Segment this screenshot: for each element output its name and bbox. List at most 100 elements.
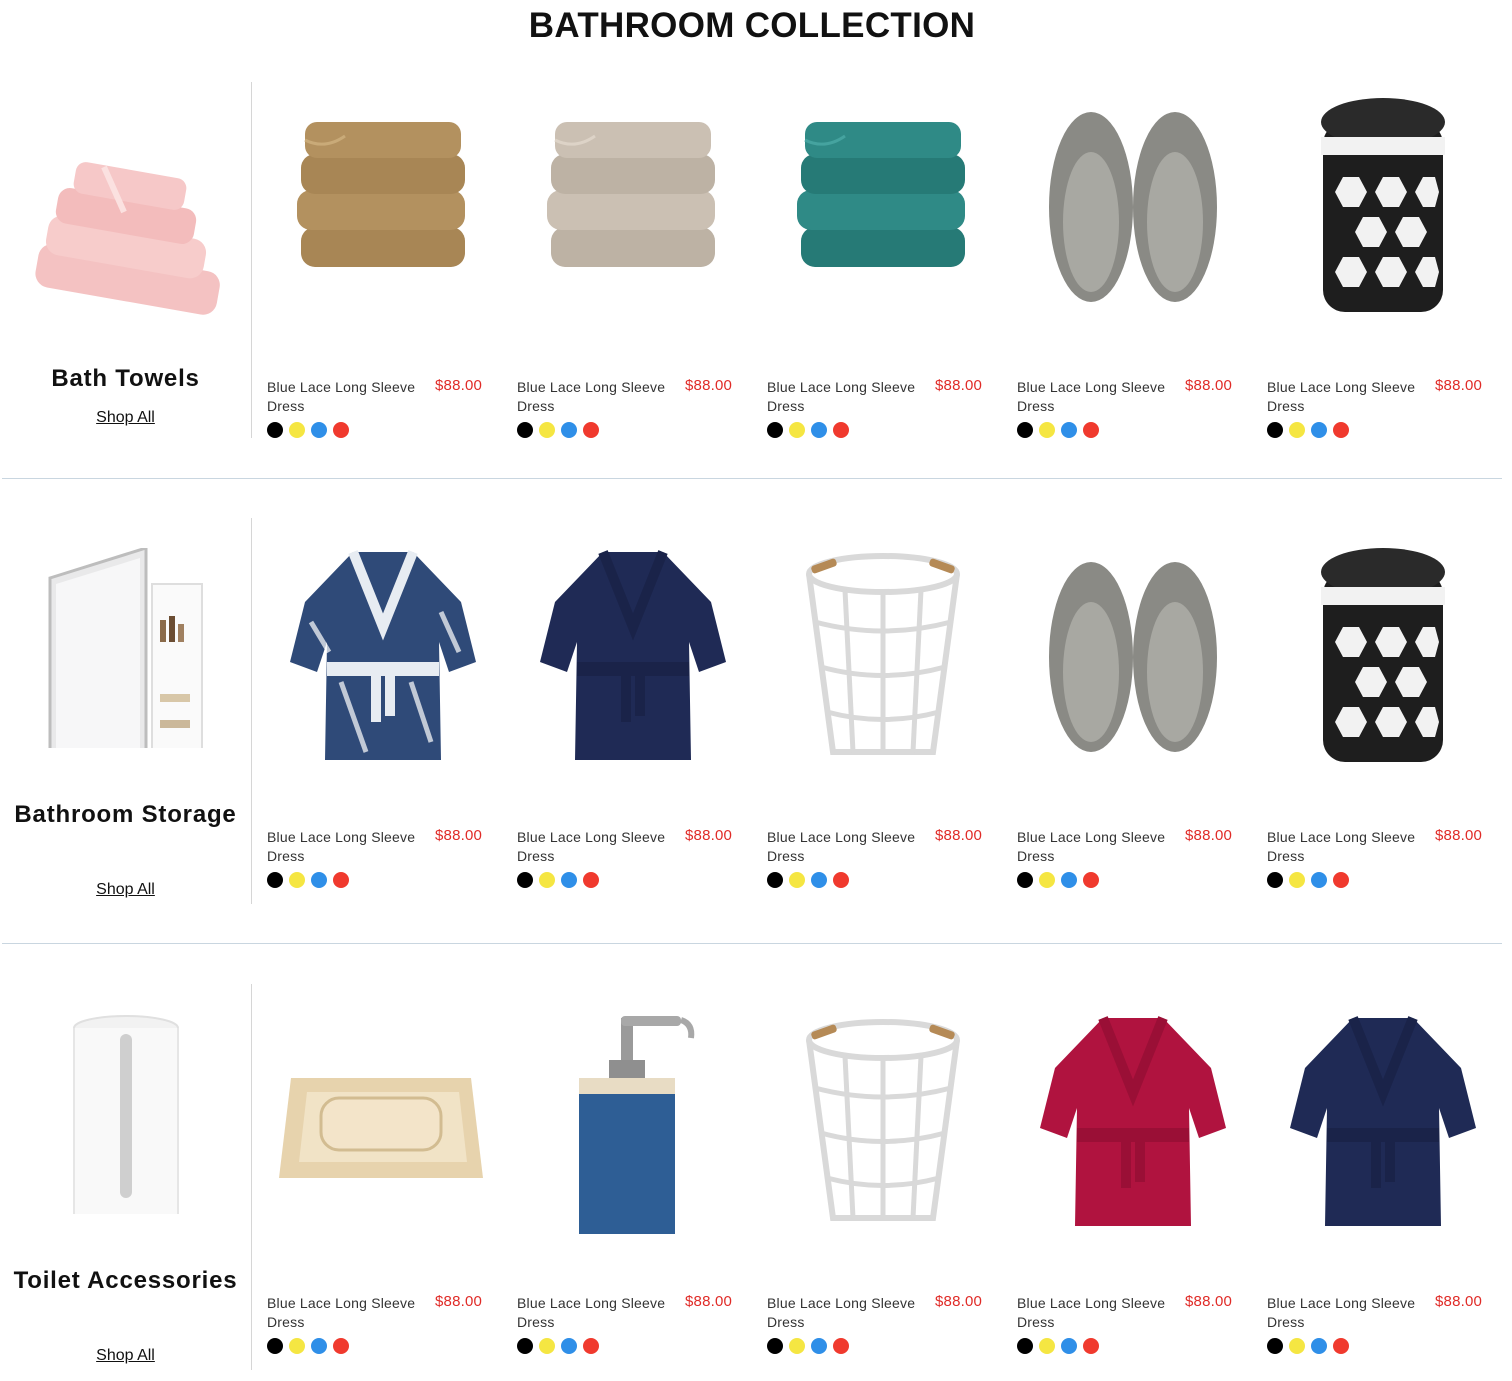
product-card[interactable]: Blue Lace Long Sleeve Dress $88.00 bbox=[767, 82, 1003, 438]
swatch-red[interactable] bbox=[833, 1338, 849, 1354]
swatch-yellow[interactable] bbox=[789, 872, 805, 888]
product-card[interactable]: Blue Lace Long Sleeve Dress $88.00 bbox=[267, 998, 503, 1354]
product-card[interactable]: Blue Lace Long Sleeve Dress $88.00 bbox=[267, 532, 503, 888]
swatch-black[interactable] bbox=[767, 422, 783, 438]
swatch-yellow[interactable] bbox=[289, 872, 305, 888]
swatch-yellow[interactable] bbox=[1039, 422, 1055, 438]
swatch-blue[interactable] bbox=[1061, 872, 1077, 888]
product-image-soap-dish[interactable] bbox=[271, 998, 495, 1238]
swatch-yellow[interactable] bbox=[789, 1338, 805, 1354]
product-name[interactable]: Blue Lace Long Sleeve Dress bbox=[1267, 378, 1432, 416]
product-card[interactable]: Blue Lace Long Sleeve Dress $88.00 bbox=[1267, 998, 1503, 1354]
swatch-yellow[interactable] bbox=[1289, 872, 1305, 888]
swatch-red[interactable] bbox=[1083, 1338, 1099, 1354]
swatch-black[interactable] bbox=[517, 872, 533, 888]
swatch-black[interactable] bbox=[1017, 1338, 1033, 1354]
swatch-blue[interactable] bbox=[1061, 1338, 1077, 1354]
swatch-red[interactable] bbox=[1333, 872, 1349, 888]
swatch-yellow[interactable] bbox=[789, 422, 805, 438]
swatch-red[interactable] bbox=[333, 1338, 349, 1354]
swatch-yellow[interactable] bbox=[539, 422, 555, 438]
swatch-red[interactable] bbox=[1083, 422, 1099, 438]
swatch-black[interactable] bbox=[767, 872, 783, 888]
category-image-toilet-tissue-holder[interactable] bbox=[26, 1014, 226, 1214]
product-image-tan-towels[interactable] bbox=[271, 82, 495, 322]
product-name[interactable]: Blue Lace Long Sleeve Dress bbox=[267, 1294, 432, 1332]
swatch-blue[interactable] bbox=[561, 1338, 577, 1354]
swatch-yellow[interactable] bbox=[1289, 1338, 1305, 1354]
swatch-red[interactable] bbox=[583, 422, 599, 438]
product-image-soap-dispenser[interactable] bbox=[521, 998, 745, 1238]
swatch-black[interactable] bbox=[1017, 422, 1033, 438]
swatch-red[interactable] bbox=[1333, 1338, 1349, 1354]
swatch-black[interactable] bbox=[1017, 872, 1033, 888]
product-image-black-lattice-bin[interactable] bbox=[1271, 82, 1495, 322]
product-image-navy-bathrobe[interactable] bbox=[521, 532, 745, 772]
category-image-mirror-cabinet[interactable] bbox=[26, 548, 226, 748]
swatch-blue[interactable] bbox=[311, 1338, 327, 1354]
product-name[interactable]: Blue Lace Long Sleeve Dress bbox=[767, 1294, 932, 1332]
swatch-red[interactable] bbox=[583, 872, 599, 888]
shop-all-link[interactable]: Shop All bbox=[0, 1347, 251, 1365]
swatch-blue[interactable] bbox=[811, 872, 827, 888]
product-name[interactable]: Blue Lace Long Sleeve Dress bbox=[767, 378, 932, 416]
product-card[interactable]: Blue Lace Long Sleeve Dress $88.00 bbox=[267, 82, 503, 438]
swatch-yellow[interactable] bbox=[539, 1338, 555, 1354]
swatch-yellow[interactable] bbox=[289, 1338, 305, 1354]
swatch-blue[interactable] bbox=[1311, 422, 1327, 438]
swatch-red[interactable] bbox=[1083, 872, 1099, 888]
swatch-black[interactable] bbox=[517, 422, 533, 438]
swatch-black[interactable] bbox=[267, 1338, 283, 1354]
product-name[interactable]: Blue Lace Long Sleeve Dress bbox=[1267, 828, 1432, 866]
product-image-black-lattice-bin[interactable] bbox=[1271, 532, 1495, 772]
product-image-beige-towels[interactable] bbox=[521, 82, 745, 322]
product-image-wire-basket[interactable] bbox=[771, 998, 995, 1238]
swatch-red[interactable] bbox=[583, 1338, 599, 1354]
product-image-grey-slippers[interactable] bbox=[1021, 82, 1245, 322]
swatch-blue[interactable] bbox=[811, 422, 827, 438]
product-name[interactable]: Blue Lace Long Sleeve Dress bbox=[267, 378, 432, 416]
swatch-yellow[interactable] bbox=[539, 872, 555, 888]
swatch-blue[interactable] bbox=[1061, 422, 1077, 438]
swatch-black[interactable] bbox=[267, 872, 283, 888]
shop-all-link[interactable]: Shop All bbox=[0, 409, 251, 427]
product-name[interactable]: Blue Lace Long Sleeve Dress bbox=[517, 1294, 682, 1332]
swatch-red[interactable] bbox=[833, 872, 849, 888]
product-image-wire-basket[interactable] bbox=[771, 532, 995, 772]
product-card[interactable]: Blue Lace Long Sleeve Dress $88.00 bbox=[517, 82, 753, 438]
product-name[interactable]: Blue Lace Long Sleeve Dress bbox=[767, 828, 932, 866]
swatch-black[interactable] bbox=[1267, 422, 1283, 438]
swatch-black[interactable] bbox=[1267, 872, 1283, 888]
product-name[interactable]: Blue Lace Long Sleeve Dress bbox=[1017, 828, 1182, 866]
product-name[interactable]: Blue Lace Long Sleeve Dress bbox=[517, 378, 682, 416]
product-card[interactable]: Blue Lace Long Sleeve Dress $88.00 bbox=[517, 532, 753, 888]
product-card[interactable]: Blue Lace Long Sleeve Dress $88.00 bbox=[517, 998, 753, 1354]
product-card[interactable]: Blue Lace Long Sleeve Dress $88.00 bbox=[1267, 82, 1503, 438]
product-card[interactable]: Blue Lace Long Sleeve Dress $88.00 bbox=[1017, 532, 1253, 888]
swatch-yellow[interactable] bbox=[1039, 872, 1055, 888]
swatch-yellow[interactable] bbox=[1289, 422, 1305, 438]
swatch-yellow[interactable] bbox=[1039, 1338, 1055, 1354]
product-name[interactable]: Blue Lace Long Sleeve Dress bbox=[1017, 378, 1182, 416]
swatch-black[interactable] bbox=[517, 1338, 533, 1354]
product-name[interactable]: Blue Lace Long Sleeve Dress bbox=[267, 828, 432, 866]
product-name[interactable]: Blue Lace Long Sleeve Dress bbox=[517, 828, 682, 866]
product-name[interactable]: Blue Lace Long Sleeve Dress bbox=[1017, 1294, 1182, 1332]
product-image-navy-bathrobe[interactable] bbox=[1271, 998, 1495, 1238]
swatch-blue[interactable] bbox=[311, 422, 327, 438]
product-image-teal-towels[interactable] bbox=[771, 82, 995, 322]
product-card[interactable]: Blue Lace Long Sleeve Dress $88.00 bbox=[1017, 82, 1253, 438]
product-card[interactable]: Blue Lace Long Sleeve Dress $88.00 bbox=[1267, 532, 1503, 888]
swatch-black[interactable] bbox=[267, 422, 283, 438]
swatch-blue[interactable] bbox=[1311, 1338, 1327, 1354]
swatch-black[interactable] bbox=[1267, 1338, 1283, 1354]
product-image-red-bathrobe[interactable] bbox=[1021, 998, 1245, 1238]
swatch-red[interactable] bbox=[333, 872, 349, 888]
swatch-blue[interactable] bbox=[1311, 872, 1327, 888]
shop-all-link[interactable]: Shop All bbox=[0, 881, 251, 899]
swatch-red[interactable] bbox=[333, 422, 349, 438]
product-image-grey-slippers[interactable] bbox=[1021, 532, 1245, 772]
swatch-blue[interactable] bbox=[561, 422, 577, 438]
swatch-red[interactable] bbox=[833, 422, 849, 438]
swatch-blue[interactable] bbox=[561, 872, 577, 888]
